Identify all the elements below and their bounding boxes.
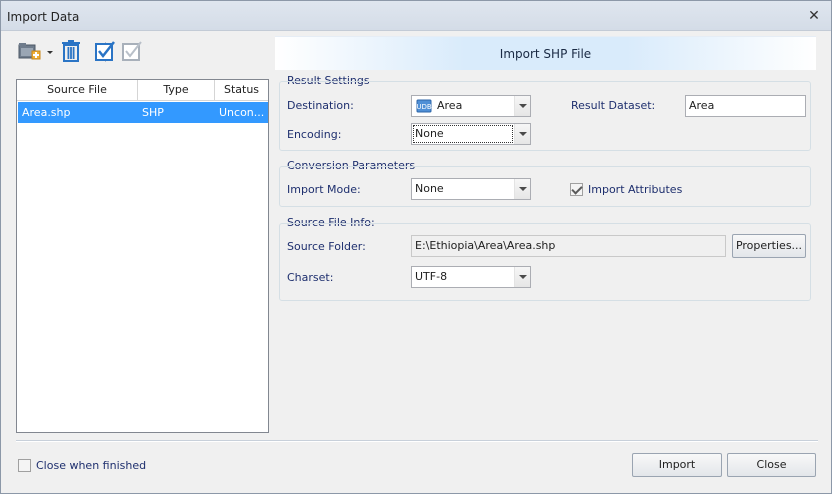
list-item[interactable]: Area.shp SHP Uncon...	[18, 102, 268, 123]
window-title: Import Data	[7, 10, 80, 24]
add-files-icon[interactable]	[17, 39, 43, 63]
encoding-select[interactable]: None	[411, 123, 531, 145]
column-header-source-file[interactable]: Source File	[17, 80, 138, 100]
header-banner: Import SHP File	[275, 36, 816, 70]
close-button[interactable]: Close	[727, 453, 816, 477]
close-icon[interactable]: ✕	[807, 9, 821, 23]
column-header-type[interactable]: Type	[138, 80, 215, 100]
source-file-list[interactable]: Source File Type Status Area.shp SHP Unc…	[16, 79, 269, 433]
source-folder-field[interactable]: E:\Ethiopia\Area\Area.shp	[411, 235, 726, 257]
import-mode-label: Import Mode:	[287, 183, 361, 196]
encoding-label: Encoding:	[287, 128, 342, 141]
result-dataset-label: Result Dataset:	[571, 99, 656, 112]
delete-icon[interactable]	[59, 39, 83, 63]
title-bar[interactable]: Import Data ✕	[1, 1, 831, 31]
chevron-down-icon[interactable]	[514, 96, 530, 116]
import-button[interactable]: Import	[632, 453, 722, 477]
encoding-value: None	[415, 127, 444, 140]
select-none-icon[interactable]	[121, 39, 143, 63]
result-dataset-value: Area	[689, 99, 715, 112]
import-mode-value: None	[415, 182, 444, 195]
row-status: Uncon...	[219, 106, 265, 119]
import-attributes-checkbox[interactable]	[570, 183, 583, 196]
close-when-finished-label: Close when finished	[36, 459, 147, 472]
charset-value: UTF-8	[415, 270, 448, 283]
properties-button[interactable]: Properties...	[732, 234, 806, 258]
import-data-dialog: Import Data ✕ Source File Type Status Ar…	[0, 0, 832, 494]
datasource-icon: UDB	[416, 99, 432, 116]
destination-label: Destination:	[287, 99, 354, 112]
row-source-file: Area.shp	[22, 106, 71, 119]
list-header: Source File Type Status	[17, 80, 268, 101]
charset-select[interactable]: UTF-8	[411, 266, 531, 288]
chevron-down-icon[interactable]	[514, 267, 530, 287]
import-attributes-label: Import Attributes	[588, 183, 683, 196]
destination-select[interactable]: UDB Area	[411, 95, 531, 117]
source-folder-label: Source Folder:	[287, 240, 366, 253]
source-folder-value: E:\Ethiopia\Area\Area.shp	[415, 239, 556, 252]
close-when-finished-checkbox[interactable]	[18, 459, 31, 472]
select-all-icon[interactable]	[94, 39, 116, 63]
chevron-down-icon[interactable]	[514, 124, 530, 144]
footer-divider-highlight	[16, 441, 818, 442]
chevron-down-icon[interactable]	[514, 179, 530, 199]
column-header-status[interactable]: Status	[215, 80, 268, 100]
dropdown-arrow-icon[interactable]	[45, 39, 55, 63]
svg-text:UDB: UDB	[416, 103, 432, 111]
import-mode-select[interactable]: None	[411, 178, 531, 200]
page-title: Import SHP File	[499, 47, 592, 61]
charset-label: Charset:	[287, 271, 334, 284]
destination-value: Area	[437, 99, 463, 112]
row-type: SHP	[142, 106, 164, 119]
result-dataset-field[interactable]: Area	[685, 95, 806, 117]
toolbar	[17, 39, 147, 65]
